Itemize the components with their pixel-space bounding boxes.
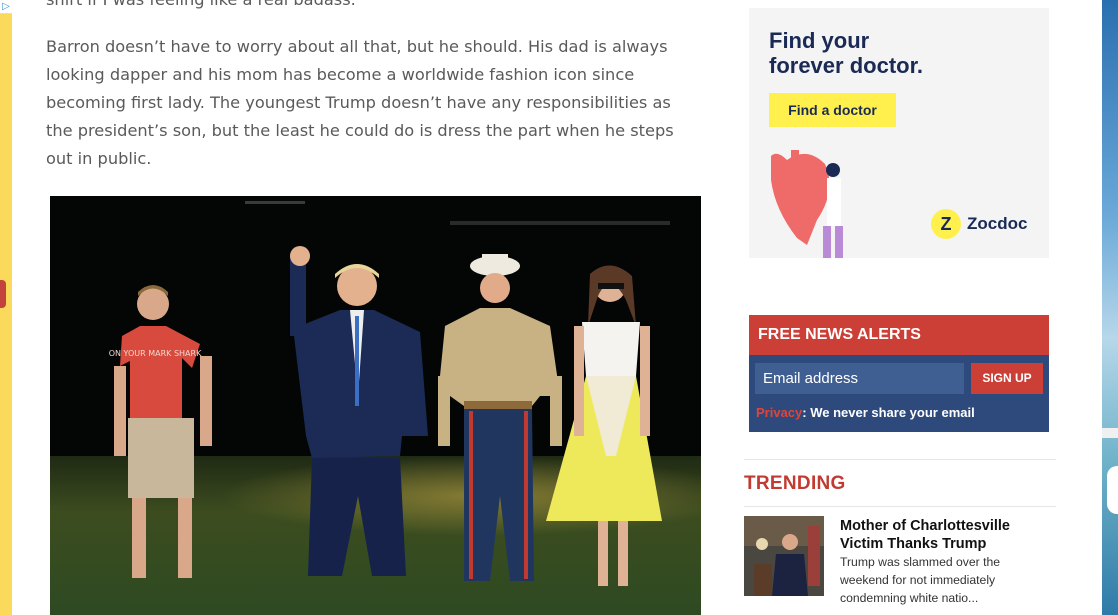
ad-choices-icon[interactable]: ▷ [0, 0, 12, 14]
privacy-text: : We never share your email [802, 405, 975, 420]
trending-headline[interactable]: Mother of Charlottesville Victim Thanks … [840, 517, 1040, 553]
svg-text:ON YOUR MARK SHARK: ON YOUR MARK SHARK [109, 349, 202, 358]
heart-illustration-icon [771, 150, 843, 258]
right-ad-divider [1102, 428, 1118, 438]
email-field[interactable]: Email address [755, 363, 964, 394]
article-photo[interactable]: ON YOUR MARK SHARK [50, 196, 701, 615]
zocdoc-logo-text: Zocdoc [967, 214, 1028, 233]
article-paragraph: Barron doesn’t have to worry about all t… [46, 37, 674, 168]
right-ad-bubble [1107, 466, 1118, 514]
trending-top-divider [744, 459, 1056, 460]
trending-description: Trump was slammed over the weekend for n… [840, 555, 1001, 605]
doctor-ad[interactable]: Find your forever doctor. Find a doctor … [749, 8, 1049, 258]
ad-headline-line1: Find your [769, 28, 870, 53]
find-doctor-button[interactable]: Find a doctor [769, 93, 896, 127]
article-cut-line: shirt if I was feeling like a real badas… [46, 0, 356, 14]
trending-divider [744, 506, 1056, 507]
news-alerts-box: FREE NEWS ALERTS Email address SIGN UP P… [749, 315, 1049, 432]
right-ad-strip[interactable] [1102, 0, 1118, 615]
trending-thumbnail-image [744, 516, 824, 596]
ad-headline: Find your forever doctor. [769, 28, 923, 78]
zocdoc-logo: Z Zocdoc [931, 206, 1027, 242]
ad-headline-line2: forever doctor. [769, 53, 924, 78]
zocdoc-logo-mark: Z [931, 209, 961, 239]
trending-thumbnail[interactable] [744, 516, 824, 596]
right-gutter [1060, 0, 1102, 615]
photo-illustration: ON YOUR MARK SHARK [50, 196, 701, 615]
left-ad-strip[interactable]: ▷ [0, 0, 12, 615]
privacy-note: Privacy: We never share your email [756, 405, 975, 420]
news-alerts-title: FREE NEWS ALERTS [749, 315, 1049, 355]
sign-up-button[interactable]: SIGN UP [971, 363, 1043, 394]
trending-title: TRENDING [744, 473, 846, 494]
privacy-link[interactable]: Privacy [756, 405, 802, 420]
left-ad-graphic [0, 280, 6, 308]
